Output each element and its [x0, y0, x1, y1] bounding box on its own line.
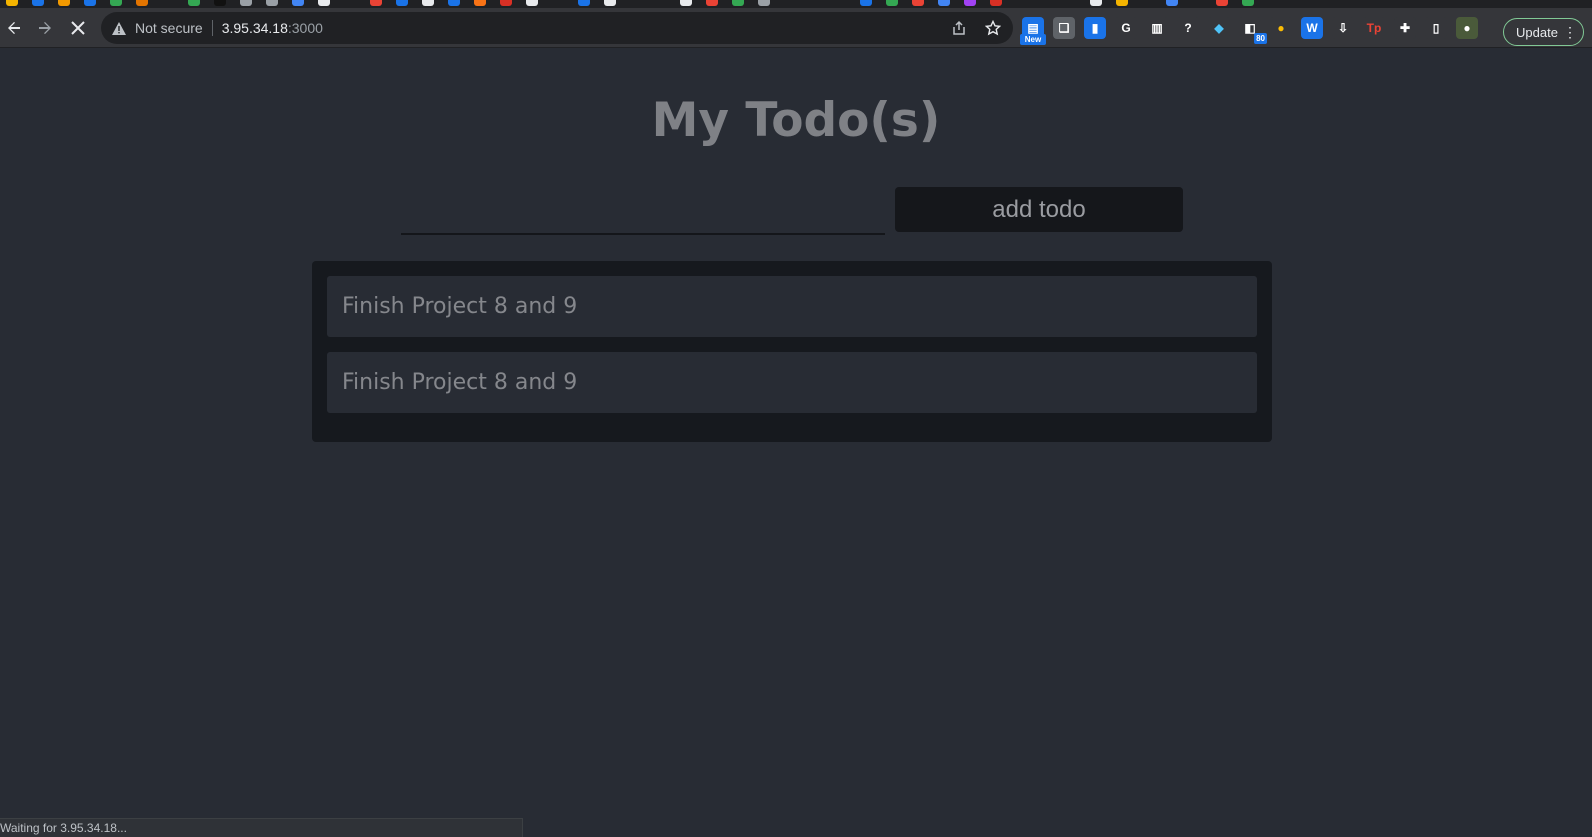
page-title: My Todo(s) — [651, 93, 941, 148]
tab-favicon[interactable] — [318, 0, 330, 6]
help-extension-icon[interactable]: ? — [1177, 17, 1199, 39]
close-icon — [71, 21, 85, 35]
sidepanel-icon[interactable]: ▯ — [1425, 17, 1447, 39]
tab-favicon[interactable] — [604, 0, 616, 6]
coin-extension-icon[interactable]: ● — [1270, 17, 1292, 39]
tab-favicon[interactable] — [136, 0, 148, 6]
extension-badge: 80 — [1254, 33, 1267, 44]
stop-loading-button[interactable] — [66, 16, 90, 40]
bookmark-star-icon[interactable] — [983, 18, 1003, 38]
page-content: My Todo(s) add todo Finish Project 8 and… — [0, 49, 1592, 837]
tab-favicon[interactable] — [860, 0, 872, 6]
tab-favicon[interactable] — [422, 0, 434, 6]
tab-favicon[interactable] — [912, 0, 924, 6]
url-host: 3.95.34.18 — [221, 20, 288, 36]
tab-favicon[interactable] — [110, 0, 122, 6]
tab-favicon[interactable] — [1166, 0, 1178, 6]
status-bar: Waiting for 3.95.34.18... — [0, 818, 523, 837]
back-button[interactable] — [2, 16, 26, 40]
tab-favicon[interactable] — [1090, 0, 1102, 6]
tab-favicon[interactable] — [990, 0, 1002, 6]
omnibox-actions — [949, 18, 1003, 38]
todo-list: Finish Project 8 and 9 Finish Project 8 … — [312, 261, 1272, 442]
tab-favicon[interactable] — [474, 0, 486, 6]
tab-favicon[interactable] — [938, 0, 950, 6]
analytics-extension-icon[interactable]: ▮ — [1084, 17, 1106, 39]
extension-badge: New — [1020, 34, 1046, 45]
kebab-menu-icon[interactable]: ⋮ — [1563, 24, 1577, 40]
arrow-right-icon — [39, 22, 51, 34]
update-button[interactable]: Update ⋮ — [1503, 18, 1584, 46]
tp-extension-icon[interactable]: Tp — [1363, 17, 1385, 39]
tab-favicon[interactable] — [58, 0, 70, 6]
tab-favicon[interactable] — [526, 0, 538, 6]
tab-favicon[interactable] — [266, 0, 278, 6]
tab-favicon[interactable] — [1216, 0, 1228, 6]
tab-favicon[interactable] — [292, 0, 304, 6]
tab-favicon[interactable] — [188, 0, 200, 6]
tab-favicon[interactable] — [680, 0, 692, 6]
tab-favicon[interactable] — [886, 0, 898, 6]
address-bar[interactable]: Not secure 3.95.34.18:3000 — [101, 12, 1013, 44]
gem-extension-icon[interactable]: ◆ — [1208, 17, 1230, 39]
tab-favicon[interactable] — [396, 0, 408, 6]
tab-favicon[interactable] — [964, 0, 976, 6]
grammarly-extension-icon[interactable]: G — [1115, 17, 1137, 39]
wave-extension-icon[interactable]: W — [1301, 17, 1323, 39]
todo-item[interactable]: Finish Project 8 and 9 — [327, 352, 1257, 413]
tab-favicon[interactable] — [84, 0, 96, 6]
tab-favicon[interactable] — [240, 0, 252, 6]
url-port: :3000 — [287, 20, 323, 36]
tab-favicon[interactable] — [32, 0, 44, 6]
puzzle-extensions-icon[interactable]: ✚ — [1394, 17, 1416, 39]
scrolls-extension-icon[interactable]: ❏ — [1053, 17, 1075, 39]
tab-favicon[interactable] — [578, 0, 590, 6]
extensions-bar: ▤ New ❏ ▮ G ▥? ◆ ◧ 80 ● W ⇩ Tp ✚ ▯ ● — [1020, 16, 1478, 45]
tab-favicon[interactable] — [758, 0, 770, 6]
security-label[interactable]: Not secure — [135, 20, 203, 36]
arrow-left-icon — [8, 22, 20, 34]
todo-item[interactable]: Finish Project 8 and 9 — [327, 276, 1257, 337]
download-extension-icon[interactable]: ⇩ — [1332, 17, 1354, 39]
tab-strip[interactable] — [0, 0, 1592, 8]
news-extension-icon[interactable]: ▤ New — [1020, 17, 1046, 45]
tab-favicon[interactable] — [6, 0, 18, 6]
update-label: Update — [1516, 24, 1558, 40]
tab-favicon[interactable] — [500, 0, 512, 6]
share-icon[interactable] — [949, 18, 969, 38]
reader-extension-icon[interactable]: ▥ — [1146, 17, 1168, 39]
tab-favicon[interactable] — [732, 0, 744, 6]
todo-input[interactable] — [401, 202, 885, 235]
browser-toolbar: Not secure 3.95.34.18:3000 ▤ New ❏ ▮ G ▥? ◆ ◧ 80… — [0, 8, 1592, 48]
url-text[interactable]: 3.95.34.18:3000 — [222, 20, 323, 36]
counter-extension-icon[interactable]: ◧ 80 — [1239, 17, 1267, 44]
tab-favicon[interactable] — [1116, 0, 1128, 6]
tab-favicon[interactable] — [1242, 0, 1254, 6]
add-todo-button[interactable]: add todo — [895, 187, 1183, 232]
tab-favicon[interactable] — [448, 0, 460, 6]
tab-favicon[interactable] — [370, 0, 382, 6]
tab-favicon[interactable] — [214, 0, 226, 6]
forward-button[interactable] — [33, 16, 57, 40]
tab-favicon[interactable] — [706, 0, 718, 6]
omnibox-divider — [211, 20, 213, 36]
warning-icon[interactable] — [111, 20, 127, 36]
profile-avatar-icon[interactable]: ● — [1456, 17, 1478, 39]
